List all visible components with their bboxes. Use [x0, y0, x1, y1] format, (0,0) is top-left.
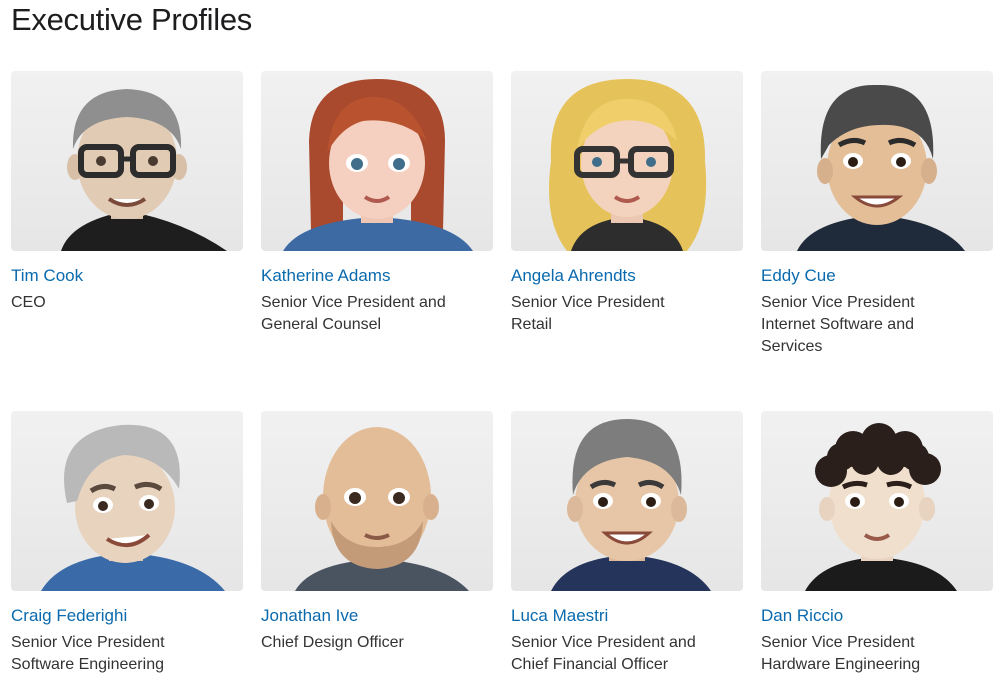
executive-role: Senior Vice President and Chief Financia… — [511, 634, 696, 673]
avatar[interactable] — [761, 71, 993, 251]
executive-role: Senior Vice President Hardware Engineeri… — [761, 634, 921, 673]
executive-role: Chief Design Officer — [261, 634, 404, 651]
memoji-silver-hair-icon — [41, 424, 225, 591]
executive-name-link[interactable]: Dan Riccio — [761, 606, 993, 626]
executive-card: Craig Federighi Senior Vice President So… — [11, 411, 243, 676]
memoji-blonde-glasses-icon — [549, 79, 707, 251]
executive-card: Dan Riccio Senior Vice President Hardwar… — [761, 411, 993, 676]
executive-name-link[interactable]: Eddy Cue — [761, 266, 993, 286]
avatar[interactable] — [511, 71, 743, 251]
avatar[interactable] — [261, 71, 493, 251]
executive-role: Senior Vice President Retail — [511, 294, 665, 333]
executive-role: CEO — [11, 294, 46, 311]
avatar[interactable] — [761, 411, 993, 591]
executive-name-link[interactable]: Jonathan Ive — [261, 606, 493, 626]
memoji-gray-hair-smile-icon — [551, 419, 711, 591]
avatar[interactable] — [261, 411, 493, 591]
memoji-red-hair-icon — [283, 79, 473, 251]
memoji-dark-hair-smile-icon — [797, 84, 965, 251]
executive-card: Katherine Adams Senior Vice President an… — [261, 71, 493, 336]
executive-role: Senior Vice President Internet Software … — [761, 294, 915, 355]
avatar[interactable] — [11, 411, 243, 591]
executive-name-link[interactable]: Tim Cook — [11, 266, 243, 286]
memoji-gray-hair-glasses-icon — [61, 89, 227, 251]
executive-card: Angela Ahrendts Senior Vice President Re… — [511, 71, 743, 336]
avatar[interactable] — [511, 411, 743, 591]
memoji-curly-hair-icon — [805, 423, 957, 591]
executive-role: Senior Vice President and General Counse… — [261, 294, 446, 333]
executive-card: Eddy Cue Senior Vice President Internet … — [761, 71, 993, 358]
avatar[interactable] — [11, 71, 243, 251]
executive-name-link[interactable]: Craig Federighi — [11, 606, 243, 626]
executive-card: Jonathan Ive Chief Design Officer — [261, 411, 493, 654]
executive-name-link[interactable]: Angela Ahrendts — [511, 266, 743, 286]
executive-grid: Tim Cook CEO Katherine Adams Senior Vice… — [0, 0, 1000, 676]
executive-name-link[interactable]: Katherine Adams — [261, 266, 493, 286]
executive-name-link[interactable]: Luca Maestri — [511, 606, 743, 626]
executive-card: Luca Maestri Senior Vice President and C… — [511, 411, 743, 676]
executive-role: Senior Vice President Software Engineeri… — [11, 634, 165, 673]
executive-card: Tim Cook CEO — [11, 71, 243, 314]
memoji-bald-beard-icon — [295, 427, 469, 591]
